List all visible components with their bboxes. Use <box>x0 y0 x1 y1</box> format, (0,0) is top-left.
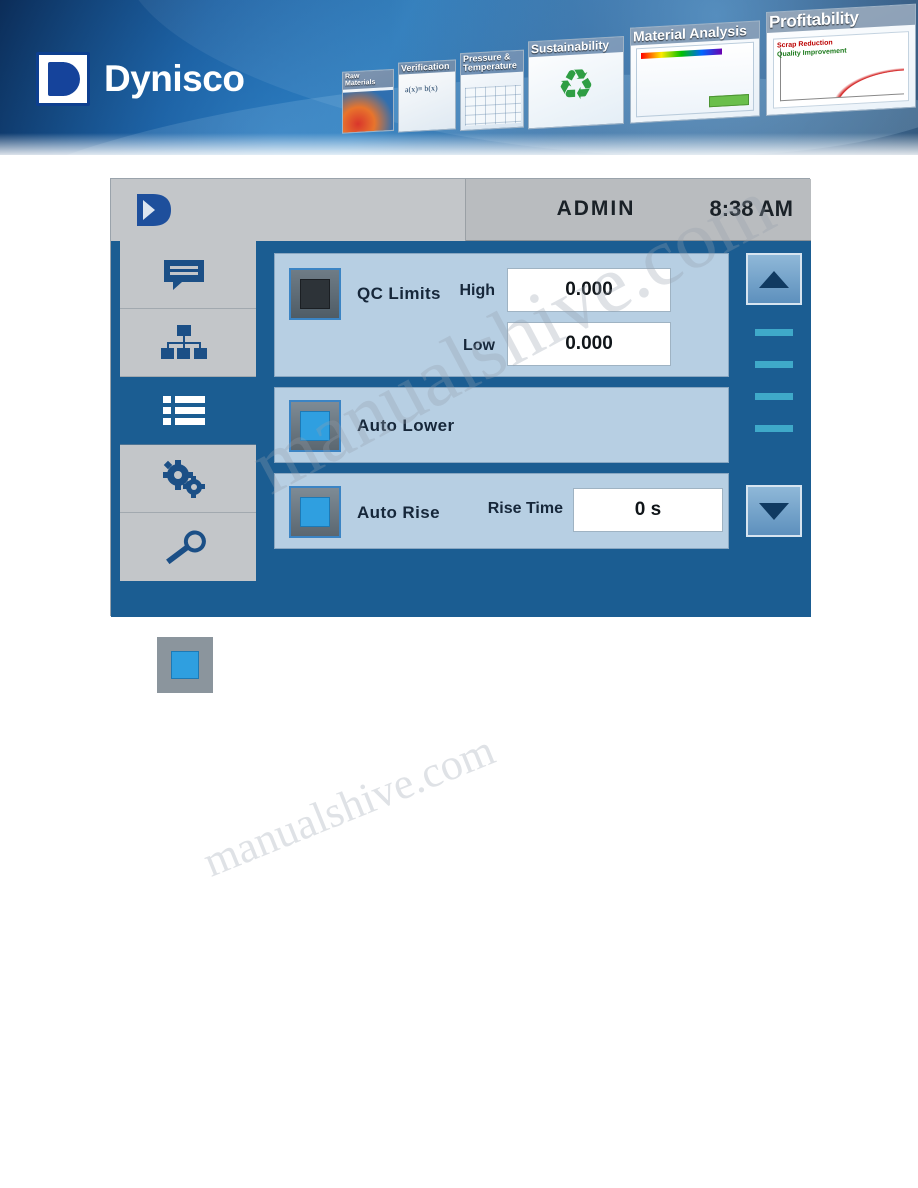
verification-thumb-icon: a(x)≡ b(x) <box>405 83 438 95</box>
scroll-indicator <box>755 361 793 368</box>
device-clock: 8:38 AM <box>709 196 793 221</box>
sidebar-item-service[interactable] <box>111 513 256 581</box>
auto-lower-checkbox[interactable] <box>289 400 341 452</box>
watermark-line-2: manualshive.com <box>196 725 502 887</box>
dynisco-d-logo-svg <box>137 194 171 226</box>
sidebar-accent <box>111 445 120 513</box>
auto-rise-checkbox-inner <box>300 497 330 527</box>
scroll-down-button[interactable] <box>746 485 802 537</box>
thumbnail-verification: a(x)≡ b(x) Verification <box>398 59 456 133</box>
thumbnail-caption: Sustainability <box>529 37 623 57</box>
gears-icon <box>154 455 214 503</box>
sidebar-accent <box>111 377 120 445</box>
page-banner: Dynisco Raw Materials a(x)≡ b(x) Verific… <box>0 0 918 155</box>
scroll-indicator <box>755 425 793 432</box>
panel-auto-lower: Auto Lower <box>274 387 729 463</box>
bulleted-list-icon <box>154 387 214 435</box>
thumbnail-sustainability: ♻ Sustainability <box>528 36 624 130</box>
device-sidebar <box>111 241 256 617</box>
device-user-label: ADMIN <box>556 197 636 220</box>
thumbnail-caption: Raw Materials <box>343 69 393 90</box>
auto-lower-checkbox-inner <box>300 411 330 441</box>
banner-fade <box>0 133 918 155</box>
triangle-up-icon <box>759 270 789 288</box>
rise-time-value[interactable]: 0 s <box>573 488 723 532</box>
recycle-icon: ♻ <box>557 59 595 109</box>
dynisco-d-logo-icon <box>36 52 90 106</box>
scroll-controls <box>746 253 802 553</box>
scroll-indicator <box>755 393 793 400</box>
dynisco-d-logo-icon <box>133 191 175 229</box>
sidebar-accent <box>111 309 120 377</box>
sidebar-item-list[interactable] <box>111 377 256 445</box>
triangle-down-icon <box>759 502 789 520</box>
speech-bubble-lines-icon <box>154 251 214 299</box>
thumbnail-caption: Pressure & Temperature <box>461 50 523 75</box>
thumbnail-material-analysis: Material Analysis <box>630 20 760 124</box>
material-analysis-thumb-icon <box>636 41 754 118</box>
auto-lower-label: Auto Lower <box>357 416 455 435</box>
sitemap-nodes-icon <box>154 319 214 367</box>
device-content: QC Limits High 0.000 Low 0.000 Auto Lowe… <box>256 241 811 617</box>
pressure-temperature-thumb-icon <box>465 84 521 126</box>
thumbnail-raw-materials: Raw Materials <box>342 68 394 134</box>
device-screenshot: ADMIN 8:38 AM QC Limits High 0.000 Low 0… <box>110 178 811 617</box>
scroll-indicator <box>755 329 793 336</box>
scroll-up-button[interactable] <box>746 253 802 305</box>
sidebar-item-settings[interactable] <box>111 445 256 513</box>
brand-logo: Dynisco <box>36 52 245 106</box>
qc-high-label: High <box>459 282 495 299</box>
sidebar-item-messages[interactable] <box>111 241 256 309</box>
qc-limits-checkbox-inner <box>300 279 330 309</box>
qc-low-label: Low <box>463 337 495 354</box>
sidebar-accent <box>111 241 120 309</box>
auto-rise-label: Auto Rise <box>357 503 440 522</box>
checkbox-enabled-sample-inner <box>171 651 199 679</box>
qc-limits-checkbox[interactable] <box>289 268 341 320</box>
auto-rise-checkbox[interactable] <box>289 486 341 538</box>
device-logo-tab[interactable] <box>111 179 466 241</box>
device-header: ADMIN 8:38 AM <box>111 179 811 241</box>
panel-auto-rise: Auto Rise Rise Time 0 s <box>274 473 729 549</box>
thumbnail-pressure-temperature: Pressure & Temperature <box>460 49 524 132</box>
qc-high-value[interactable]: 0.000 <box>507 268 671 312</box>
sidebar-item-network[interactable] <box>111 309 256 377</box>
panel-qc-limits: QC Limits High 0.000 Low 0.000 <box>274 253 729 377</box>
raw-materials-thumb-icon <box>343 89 393 133</box>
wrench-icon <box>154 523 214 571</box>
qc-low-value[interactable]: 0.000 <box>507 322 671 366</box>
thumbnail-profitability: Scrap Reduction Quality Improvement Prof… <box>766 3 916 117</box>
checkbox-enabled-sample <box>157 637 213 693</box>
brand-name: Dynisco <box>104 58 245 99</box>
thumbnail-caption: Verification <box>399 60 455 76</box>
rise-time-label: Rise Time <box>487 500 563 517</box>
sidebar-accent <box>111 513 120 581</box>
